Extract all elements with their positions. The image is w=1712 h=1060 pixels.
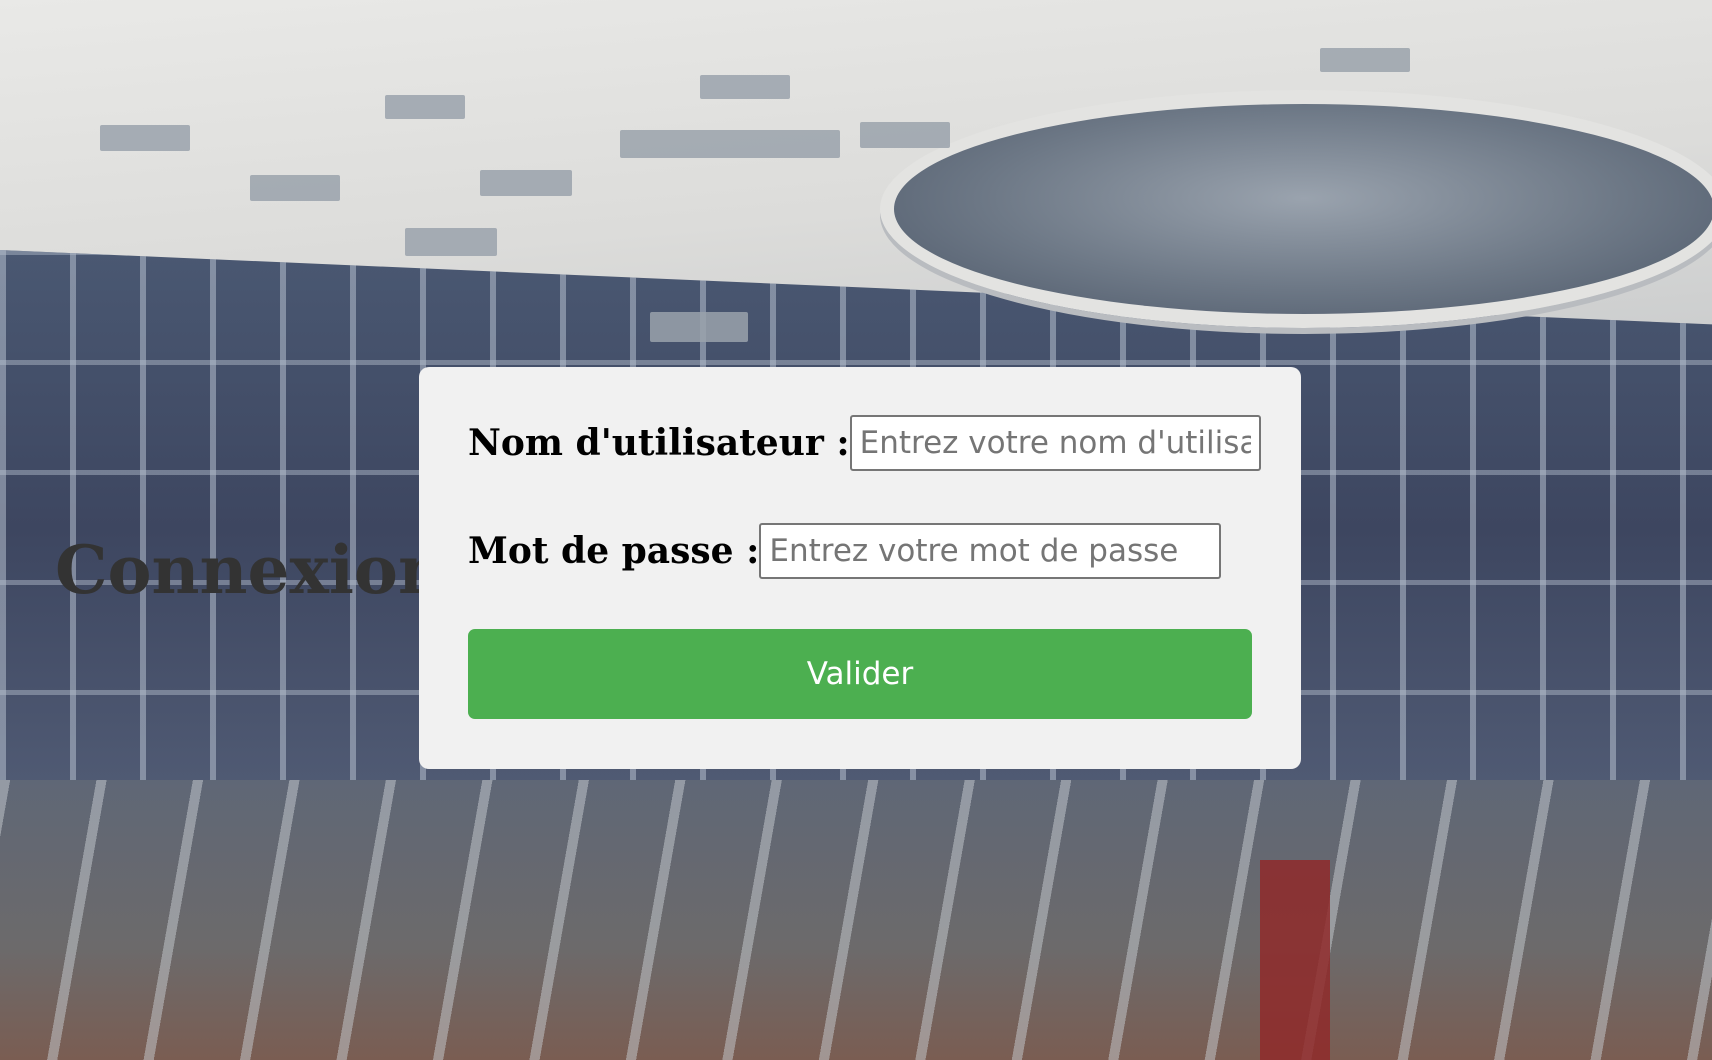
background-lower-structure [0,780,1712,1060]
password-field[interactable] [759,523,1222,579]
background-oval-opening [880,90,1712,328]
background-roof-vent [620,130,840,158]
page-title: Connexion [55,531,446,609]
background-roof-vent [1320,48,1410,72]
background-roof-vent [650,312,748,342]
background-red-panel [1260,860,1330,1060]
login-form: Nom d'utilisateur : Mot de passe : Valid… [419,367,1301,769]
background-roof-vent [385,95,465,119]
username-row: Nom d'utilisateur : [468,415,1261,471]
background-roof-vent [250,175,340,201]
username-label: Nom d'utilisateur : [468,422,850,464]
username-field[interactable] [849,415,1261,471]
background-roof-vent [480,170,572,196]
background-roof-vent [100,125,190,151]
background-roof-vent [700,75,790,99]
password-label: Mot de passe : [468,530,760,572]
background-roof-vent [860,122,950,148]
password-row: Mot de passe : [468,523,1252,579]
submit-button[interactable]: Valider [468,629,1252,719]
background-roof-vent [405,228,497,256]
